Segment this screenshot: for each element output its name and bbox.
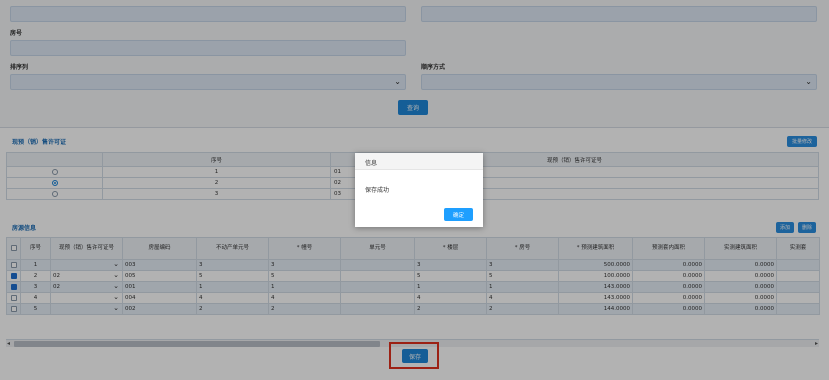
dialog-header: 信息 [355,153,483,170]
app-window: 房号 排序列 ⌄ 顺序方式 ⌄ 查询 现预（销）售许可证 批量修改 序号 现预（… [0,0,829,380]
dialog-title: 信息 [365,160,378,167]
dialog-message: 保存成功 [365,187,390,194]
info-dialog: 信息 保存成功 确定 [355,153,483,227]
dialog-ok-button[interactable]: 确定 [444,208,473,221]
